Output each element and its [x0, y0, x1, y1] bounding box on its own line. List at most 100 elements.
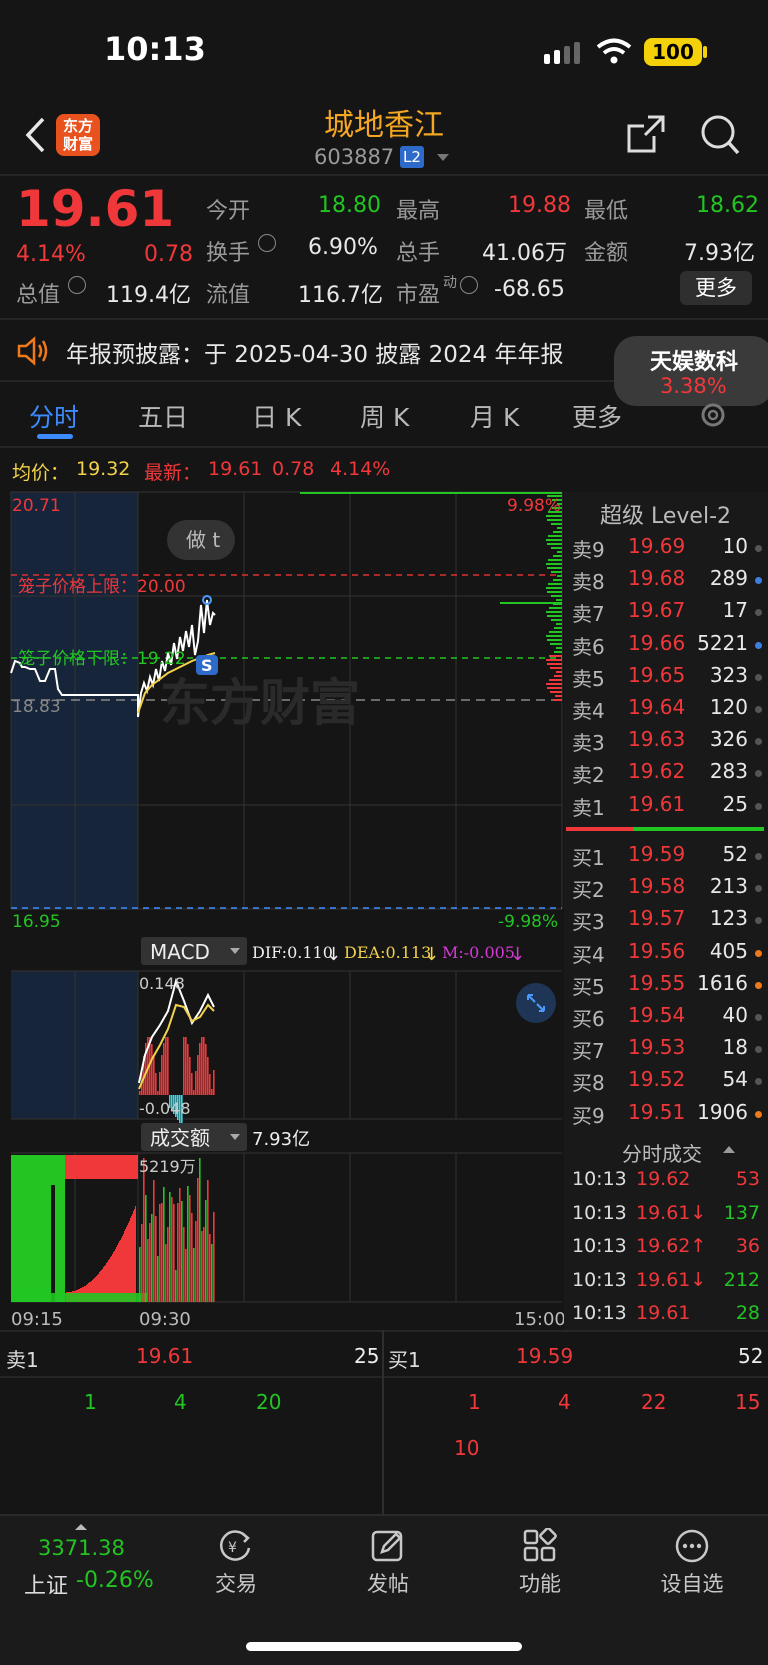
tab-intraday[interactable]: 分时	[29, 398, 79, 434]
volume-bar	[199, 1158, 201, 1302]
bid-order-2: 4	[558, 1390, 571, 1414]
ask-level-row[interactable]: 卖5 19.65 323	[572, 663, 762, 693]
bid-level-row[interactable]: 买9 19.51 1906	[572, 1100, 762, 1130]
volume-bar	[169, 1192, 171, 1302]
ask-level-row[interactable]: 卖8 19.68 289	[572, 566, 762, 596]
expand-icon[interactable]	[516, 983, 556, 1023]
notice-text[interactable]: 年报预披露：于 2025-04-30 披露 2024 年年报	[66, 335, 563, 369]
tab-five-day[interactable]: 五日	[138, 398, 188, 434]
collapse-arrow-icon[interactable]	[722, 1144, 736, 1154]
amount-indicator-label: 成交额	[150, 1126, 210, 1150]
time-open-label: 09:30	[139, 1309, 191, 1330]
nav-trade[interactable]: 交易	[186, 1568, 286, 1598]
battery-icon: 100	[644, 38, 702, 66]
macd-bar	[185, 1037, 187, 1095]
trade-volume: 36	[735, 1235, 760, 1257]
index-name[interactable]: 上证	[24, 1568, 68, 1600]
depth-bar	[550, 643, 562, 645]
trade-icon[interactable]: ¥	[217, 1528, 253, 1564]
tab-monthly-k[interactable]: 月 K	[470, 398, 519, 434]
trade-volume: 28	[735, 1302, 760, 1324]
lower-limit-label: 笼子价格下限：19.22	[18, 649, 186, 669]
settings-icon[interactable]	[698, 400, 728, 430]
post-icon[interactable]	[370, 1528, 406, 1564]
trade-time: 10:13	[572, 1302, 627, 1324]
more-dots-icon[interactable]	[674, 1528, 710, 1564]
share-icon[interactable]	[626, 114, 666, 154]
queue-ask-label: 卖1	[6, 1348, 39, 1372]
queue-vertical-divider	[382, 1330, 384, 1514]
index-value[interactable]: 3371.38	[38, 1536, 125, 1560]
ask-level-row[interactable]: 卖4 19.64 120	[572, 695, 762, 725]
signal-icon	[544, 42, 580, 64]
macd-bar	[197, 1055, 199, 1095]
volume-bar	[11, 1155, 51, 1302]
macd-bar	[191, 1073, 193, 1095]
tab-more[interactable]: 更多	[572, 398, 622, 434]
index-pct[interactable]: -0.26%	[76, 1568, 154, 1593]
level2-badge[interactable]: L2	[400, 146, 424, 168]
tab-weekly-k[interactable]: 周 K	[360, 398, 409, 434]
bid-level-row[interactable]: 买1 19.59 52	[572, 842, 762, 872]
bid-level-price: 19.58	[628, 874, 686, 899]
svg-text:↓: ↓	[510, 944, 525, 965]
info-icon[interactable]	[258, 234, 276, 252]
bid-level-label: 买2	[572, 878, 605, 903]
volume-bar	[151, 1214, 153, 1302]
volume-bar	[187, 1186, 189, 1302]
tab-daily-k[interactable]: 日 K	[252, 398, 301, 434]
info-icon[interactable]	[460, 276, 478, 294]
bid-level-row[interactable]: 买5 19.55 1616	[572, 971, 762, 1001]
trades-title[interactable]: 分时成交	[622, 1138, 702, 1167]
ask-level-label: 卖1	[572, 795, 605, 820]
ask-level-row[interactable]: 卖1 19.61 25	[572, 792, 762, 822]
dropdown-arrow-icon[interactable]	[436, 153, 450, 163]
volume-bar	[193, 1248, 195, 1302]
time-end-label: 15:00	[514, 1309, 564, 1330]
bid-level-row[interactable]: 买2 19.58 213	[572, 874, 762, 904]
bid-level-volume: 213	[709, 874, 748, 899]
volume-bar	[126, 1227, 127, 1302]
macd-bar	[161, 1055, 163, 1095]
volume-bar	[147, 1239, 149, 1302]
wifi-icon	[596, 38, 632, 64]
bid-level-volume: 405	[709, 938, 748, 963]
nav-post[interactable]: 发帖	[338, 1568, 438, 1598]
trade-volume: 137	[723, 1201, 760, 1224]
nav-add-watchlist[interactable]: 设自选	[642, 1568, 742, 1598]
bid-level-row[interactable]: 买3 19.57 123	[572, 906, 762, 936]
amount-label: 金额	[584, 241, 629, 266]
ask-level-row[interactable]: 卖9 19.69 10	[572, 534, 762, 564]
pct-bottom-label: -9.98%	[498, 912, 558, 932]
amount-indicator-value: 7.93亿	[252, 1129, 310, 1150]
depth-bar	[550, 691, 562, 693]
functions-icon[interactable]	[522, 1528, 558, 1564]
volume-bar	[203, 1227, 205, 1302]
ask-level-row[interactable]: 卖7 19.67 17	[572, 598, 762, 628]
bid-order-5: 10	[454, 1436, 480, 1460]
search-icon[interactable]	[700, 114, 740, 156]
depth-bar	[556, 623, 562, 625]
volume-bar	[141, 1224, 143, 1302]
ask-level-row[interactable]: 卖6 19.66 5221	[572, 631, 762, 661]
ask-level-row[interactable]: 卖3 19.63 326	[572, 727, 762, 757]
more-button[interactable]: 更多	[680, 271, 752, 305]
depth-bar	[546, 539, 562, 541]
low-label: 最低	[584, 199, 629, 224]
expand-up-icon[interactable]	[74, 1522, 88, 1531]
bid-level-row[interactable]: 买4 19.56 405	[572, 939, 762, 969]
bid-level-label: 买8	[572, 1071, 605, 1096]
bid-level-row[interactable]: 买8 19.52 54	[572, 1067, 762, 1097]
depth-bar	[551, 595, 562, 597]
bid-level-volume: 1616	[697, 970, 748, 995]
depth-bar	[546, 683, 562, 685]
order-book-title[interactable]: 超级 Level-2	[600, 498, 731, 530]
macd-bar	[207, 1057, 209, 1095]
bid-level-row[interactable]: 买7 19.53 18	[572, 1035, 762, 1065]
intraday-chart[interactable]: 东方财富 S 20.71 18.83 16.95 9.98% -9.98% 笼子…	[0, 455, 564, 1335]
ask-level-row[interactable]: 卖2 19.62 283	[572, 759, 762, 789]
volume-bars	[11, 1155, 215, 1302]
bid-level-row[interactable]: 买6 19.54 40	[572, 1003, 762, 1033]
nav-functions[interactable]: 功能	[490, 1568, 590, 1598]
info-icon[interactable]	[68, 276, 86, 294]
